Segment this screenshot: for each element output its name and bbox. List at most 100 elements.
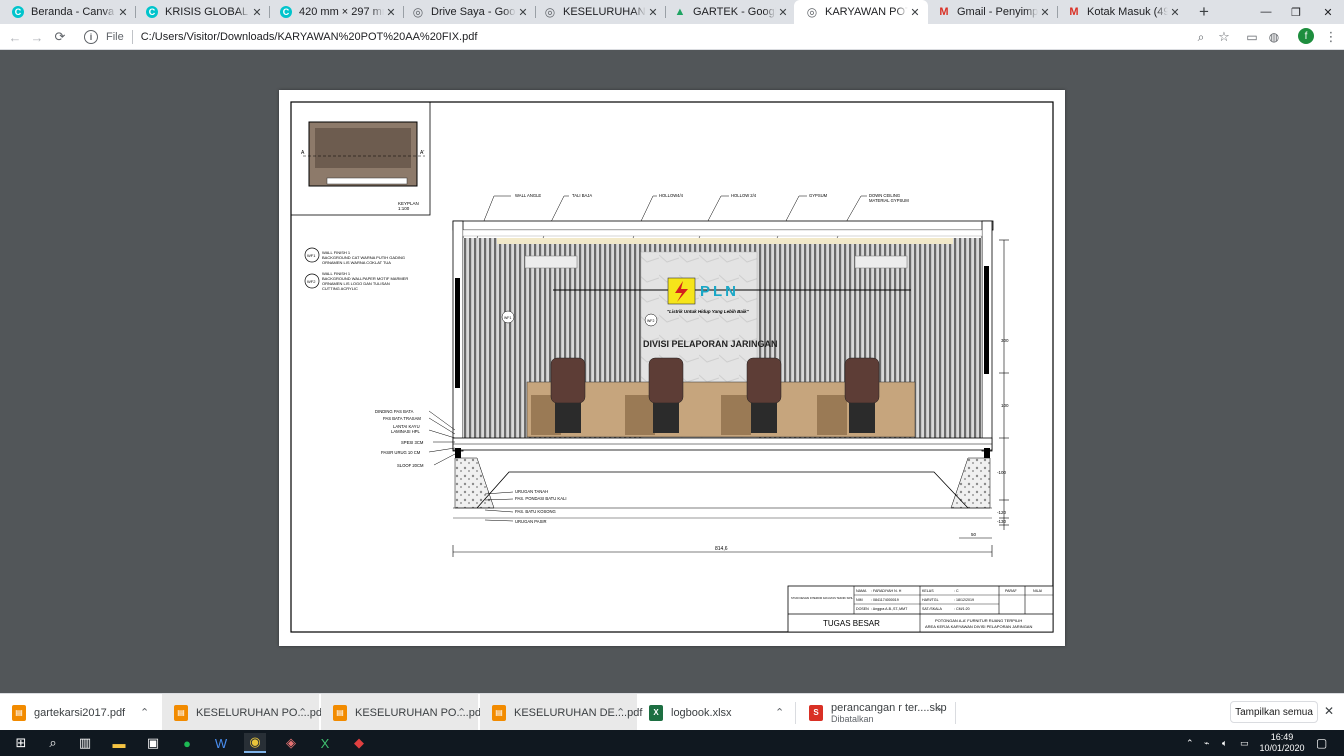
- chevron-up-icon[interactable]: ⌃: [298, 706, 307, 719]
- search-icon[interactable]: ⌕: [42, 733, 64, 753]
- dim-minus-120: -120: [997, 510, 1007, 515]
- close-shelf-icon[interactable]: ✕: [1324, 704, 1334, 718]
- chevron-up-icon[interactable]: ⌃: [616, 706, 625, 719]
- url-text[interactable]: C:/Users/Visitor/Downloads/KARYAWAN%20PO…: [141, 31, 478, 43]
- tab-title: KARYAWAN POT AA FIX: [825, 6, 908, 18]
- close-icon[interactable]: ✕: [250, 5, 264, 19]
- globe-icon: ◎: [412, 5, 424, 19]
- clock-date: 10/01/2020: [1259, 743, 1305, 753]
- new-tab-button[interactable]: +: [1195, 2, 1213, 22]
- close-icon[interactable]: ✕: [908, 5, 922, 19]
- close-icon[interactable]: ✕: [1038, 5, 1052, 19]
- tab-gartek-drive[interactable]: ▲ GARTEK - Google Drive ✕: [662, 0, 796, 24]
- minimize-button[interactable]: —: [1250, 0, 1282, 24]
- pdf-page: A A' KEYPLAN 1:100 WF1 WALL FINISH 1 BAC…: [279, 90, 1065, 646]
- reload-button[interactable]: ⟳: [51, 28, 69, 46]
- browser-window: C Beranda - Canva ✕ C KRISIS GLOBAL ✕ C …: [0, 0, 1344, 756]
- excel-taskbar-icon[interactable]: X: [314, 733, 336, 753]
- tab-canva-home[interactable]: C Beranda - Canva ✕: [0, 0, 136, 24]
- restore-button[interactable]: ❐: [1280, 0, 1312, 24]
- volume-icon[interactable]: 🔈︎: [1222, 730, 1227, 756]
- close-icon[interactable]: ✕: [1168, 5, 1182, 19]
- file-explorer-icon[interactable]: ▬: [108, 733, 130, 753]
- label-tali-baja: TALI BAJA: [572, 193, 592, 198]
- tugas-besar-text: TUGAS BESAR: [823, 619, 880, 628]
- divider: [795, 702, 796, 724]
- close-icon[interactable]: ✕: [516, 5, 530, 19]
- word-icon[interactable]: W: [210, 733, 232, 753]
- download-item[interactable]: ▤ KESELURUHAN DE....pdf ⌃: [480, 694, 642, 731]
- excel-icon: X: [649, 704, 663, 721]
- close-window-button[interactable]: ✕: [1312, 0, 1344, 24]
- windows-start-icon[interactable]: ⊞: [10, 733, 32, 753]
- tab-drive-saya[interactable]: ◎ Drive Saya - Google Dr ✕: [400, 0, 536, 24]
- tab-title: Gmail - Penyimpanan a: [957, 6, 1038, 18]
- download-item[interactable]: S perancangan r ter....skp Dibatalkan ⌃: [797, 694, 955, 731]
- chevron-up-icon[interactable]: ⌃: [775, 706, 784, 719]
- tab-karyawan-pot[interactable]: ◎ KARYAWAN POT AA FIX ✕: [794, 0, 928, 24]
- download-name: gartekarsi2017.pdf: [34, 706, 126, 719]
- download-name: logbook.xlsx: [671, 706, 732, 719]
- sketchup-icon: S: [809, 704, 823, 721]
- label-paraf: PARAF: [1005, 589, 1018, 593]
- download-name: perancangan r ter....skp: [831, 701, 947, 714]
- dim-300: 300: [1001, 338, 1009, 343]
- close-icon[interactable]: ✕: [384, 5, 398, 19]
- label-pasir: PASIR URUG 10 CM: [381, 450, 421, 455]
- pdf-icon: ▤: [12, 704, 26, 721]
- network-icon[interactable]: ⌁: [1204, 730, 1209, 756]
- menu-icon[interactable]: ⋮: [1322, 28, 1340, 46]
- close-icon[interactable]: ✕: [646, 5, 660, 19]
- legend-line: ORNAMEN LIS WARNA COKLAT TUA: [322, 260, 391, 265]
- zoom-search-icon[interactable]: ⌕: [1192, 28, 1210, 46]
- tab-krisis-global[interactable]: C KRISIS GLOBAL ✕: [134, 0, 270, 24]
- label-nama: NAMA: [856, 589, 867, 593]
- photos-icon[interactable]: ▣: [142, 733, 164, 753]
- area-text: AREA KERJA KARYAWAN DIVISI PELAPORAN JAR…: [925, 624, 1032, 629]
- tab-canva-420mm[interactable]: C 420 mm × 297 mm - in ✕: [268, 0, 404, 24]
- layout-taskbar-icon[interactable]: ◆: [348, 733, 370, 753]
- input-icon[interactable]: ▭: [1240, 730, 1249, 756]
- task-view-icon[interactable]: ▥: [74, 733, 96, 753]
- download-shelf: ▤ gartekarsi2017.pdf ⌃ ▤ KESELURUHAN PO.…: [0, 693, 1344, 731]
- value-nama: : FARADIYAH N. H: [871, 589, 902, 593]
- download-item[interactable]: X logbook.xlsx ⌃: [637, 694, 795, 731]
- chevron-up-icon[interactable]: ⌃: [140, 706, 149, 719]
- profile-avatar[interactable]: f: [1298, 28, 1314, 44]
- system-clock[interactable]: 16:49 10/01/2020: [1256, 732, 1308, 754]
- info-icon[interactable]: i: [84, 30, 98, 44]
- pdf-icon: ▤: [492, 704, 506, 721]
- tray-chevron-icon[interactable]: ⌃: [1186, 730, 1194, 756]
- tab-keseluruhan-denah[interactable]: ◎ KESELURUHAN DENAH ✕: [532, 0, 666, 24]
- drawing-canvas: A A' KEYPLAN 1:100 WF1 WALL FINISH 1 BAC…: [290, 101, 1054, 633]
- label-batu-kosong: PAS. BATU KOSONG: [515, 509, 556, 514]
- clock-time: 16:49: [1270, 732, 1294, 742]
- extension-cast-icon[interactable]: ▭: [1243, 28, 1261, 46]
- show-all-button[interactable]: Tampilkan semua: [1230, 701, 1318, 723]
- chevron-up-icon[interactable]: ⌃: [457, 706, 466, 719]
- download-item[interactable]: ▤ gartekarsi2017.pdf ⌃: [0, 694, 160, 731]
- address-bar[interactable]: i File C:/Users/Visitor/Downloads/KARYAW…: [76, 27, 1240, 47]
- bookmark-star-icon[interactable]: ☆: [1215, 28, 1233, 46]
- back-button[interactable]: ←: [6, 28, 24, 46]
- close-icon[interactable]: ✕: [776, 5, 790, 19]
- notification-icon[interactable]: ▢: [1316, 730, 1327, 756]
- section-marker-a: A: [301, 150, 305, 156]
- label-nilai: NILAI: [1033, 589, 1042, 593]
- chevron-up-icon[interactable]: ⌃: [935, 706, 944, 719]
- extension-icon[interactable]: ◍: [1265, 28, 1283, 46]
- tab-title: KESELURUHAN DENAH: [563, 6, 646, 18]
- spotify-icon[interactable]: ●: [176, 733, 198, 753]
- dim-100: 100: [1001, 403, 1009, 408]
- division-title: DIVISI PELAPORAN JARINGAN: [643, 339, 778, 349]
- chrome-icon[interactable]: ◉: [244, 733, 266, 753]
- download-item[interactable]: ▤ KESELURUHAN PO....pdf ⌃: [321, 694, 484, 731]
- download-item[interactable]: ▤ KESELURUHAN PO....pdf ⌃: [162, 694, 325, 731]
- gmail-icon: M: [1069, 6, 1079, 18]
- tab-kotak-masuk[interactable]: M Kotak Masuk (491) - fe ✕: [1056, 0, 1188, 24]
- close-icon[interactable]: ✕: [116, 5, 130, 19]
- sketchup-taskbar-icon[interactable]: ◈: [280, 733, 302, 753]
- tab-title: Beranda - Canva: [31, 6, 115, 18]
- forward-button[interactable]: →: [28, 28, 46, 46]
- tab-gmail-penyimpanan[interactable]: M Gmail - Penyimpanan a ✕: [926, 0, 1058, 24]
